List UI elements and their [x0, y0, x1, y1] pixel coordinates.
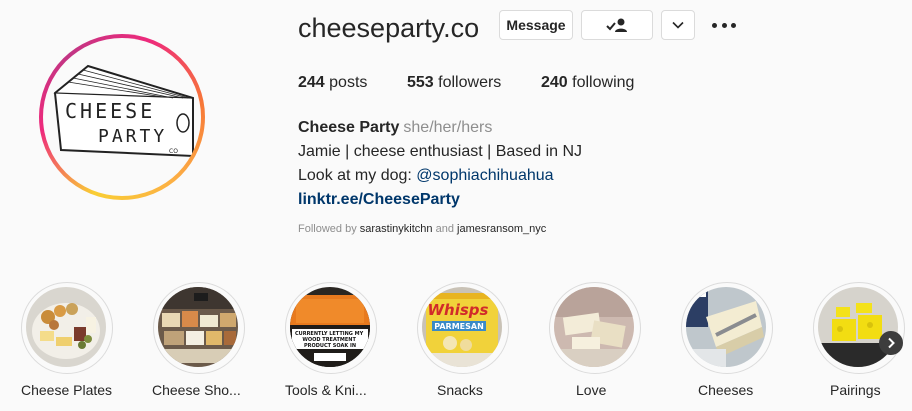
profile-username: cheeseparty.co [298, 13, 480, 43]
highlight-cover: CURRENTLY LETTING MY WOOD TREATMENT PROD… [290, 287, 370, 367]
highlight-cover [26, 287, 106, 367]
followers-count: 553 [407, 74, 434, 91]
profile-avatar[interactable]: CHEESE PARTY CO [39, 34, 205, 200]
bio-mention-link[interactable]: @sophiachihuahua [416, 167, 553, 184]
suggested-dropdown-button[interactable] [661, 10, 695, 40]
bio-name-row: Cheese Party she/her/hers [298, 118, 492, 138]
message-button[interactable]: Message [499, 10, 573, 40]
highlight-cover: Whisps PARMESAN [422, 287, 502, 367]
highlight-label: Tools & Kni... [285, 382, 367, 398]
tools-overlay-text: CURRENTLY LETTING MY WOOD TREATMENT PROD… [295, 331, 365, 349]
following-button[interactable] [581, 10, 653, 40]
following-label: following [572, 74, 635, 91]
more-dot [731, 22, 736, 28]
bio-line-1: Jamie | cheese enthusiast | Based in NJ [298, 143, 583, 160]
more-dot [712, 22, 717, 28]
cheese-wedge-logo: CHEESE PARTY CO [53, 64, 194, 158]
highlight-label: Cheese Plates [21, 382, 113, 398]
followed-by-prefix: Followed by [298, 223, 357, 235]
followed-by[interactable]: Followed by sarastinykitchn and jamesran… [298, 223, 546, 235]
profile-full-name: Cheese Party [298, 119, 400, 136]
followers-stat[interactable]: 553 followers [407, 74, 501, 92]
followed-by-and: and [435, 223, 454, 235]
followed-by-user-1: sarastinykitchn [359, 223, 433, 235]
more-options-button[interactable] [712, 14, 736, 36]
highlight-cover [158, 287, 238, 367]
followers-label: followers [438, 74, 502, 91]
snacks-sub-text: PARMESAN [434, 322, 484, 331]
highlight-label: Love [576, 382, 607, 398]
following-count: 240 [541, 74, 568, 91]
highlight-cover [818, 287, 898, 367]
highlight-cover [554, 287, 634, 367]
bio-line-2: Look at my dog: @sophiachihuahua [298, 166, 554, 186]
bio-line-2-text: Look at my dog: [298, 167, 417, 184]
logo-text-co: CO [169, 148, 178, 155]
posts-count: 244 [298, 74, 325, 91]
avatar-image: CHEESE PARTY CO [43, 38, 201, 196]
highlight-label: Pairings [830, 382, 881, 398]
highlight-label: Cheese Sho... [152, 382, 241, 398]
highlight-label: Snacks [437, 382, 483, 398]
chevron-down-icon [672, 21, 684, 29]
highlight-cover [686, 287, 766, 367]
person-check-icon [606, 18, 627, 32]
chevron-right-icon [888, 337, 895, 349]
following-stat[interactable]: 240 following [541, 74, 634, 92]
posts-stat: 244 posts [298, 74, 367, 92]
logo-text-party: PARTY [98, 126, 167, 147]
followed-by-user-2: jamesransom_nyc [457, 223, 547, 235]
highlights-next-button[interactable] [879, 331, 903, 355]
snacks-brand-text: Whisps [428, 301, 489, 319]
highlight-label: Cheeses [698, 382, 754, 398]
logo-text-cheese: CHEESE [65, 99, 155, 123]
posts-label: posts [329, 74, 368, 91]
more-dot [721, 22, 727, 28]
bio-external-link[interactable]: linktr.ee/CheeseParty [298, 190, 460, 210]
profile-pronouns: she/her/hers [403, 119, 493, 136]
